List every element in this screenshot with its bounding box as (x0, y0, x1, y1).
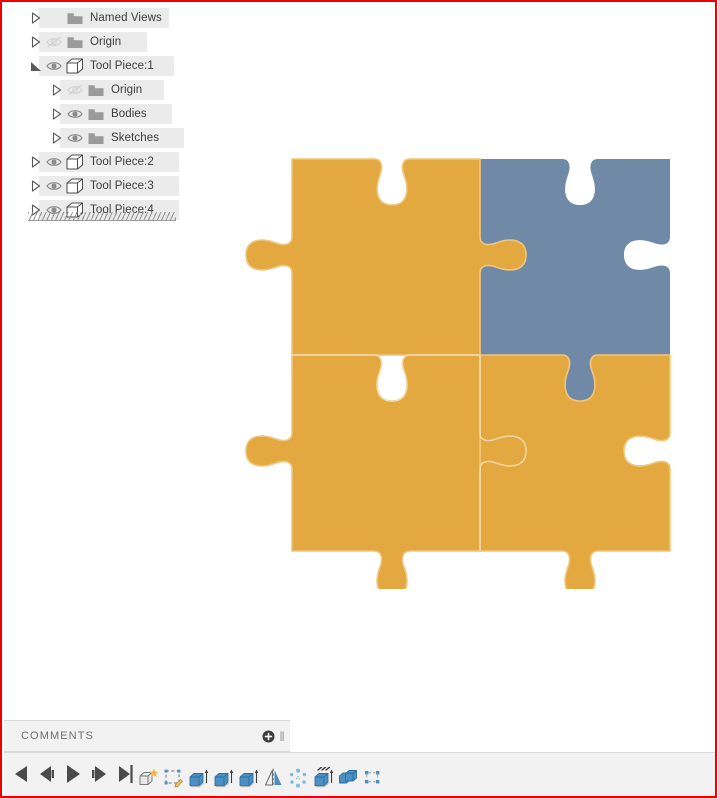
eye-hidden-icon[interactable] (65, 80, 85, 100)
tree-item-label: Bodies (111, 108, 147, 120)
folder-icon (85, 128, 107, 148)
component-cube-icon (64, 56, 86, 76)
design-canvas[interactable]: Named Views Origin Tool Piece:1 Origin Bodie… (4, 4, 715, 718)
add-comment-icon[interactable] (259, 727, 277, 745)
tree-item-label: Tool Piece:3 (90, 180, 154, 192)
tree-row[interactable]: Tool Piece:4 (4, 198, 204, 222)
collapsed-triangle-icon[interactable] (28, 32, 44, 52)
folder-icon (85, 80, 107, 100)
tree-row[interactable]: Origin (4, 30, 204, 54)
tree-row[interactable]: Sketches (4, 126, 204, 150)
timeline-feature-new-component[interactable] (136, 761, 161, 795)
panel-resize-grip-icon[interactable]: ‖ (277, 728, 287, 744)
expanded-triangle-icon[interactable] (28, 56, 44, 76)
eye-visible-icon[interactable] (44, 176, 64, 196)
component-cube-icon (64, 176, 86, 196)
timeline-feature-extrude-3[interactable] (236, 761, 261, 795)
puzzle-piece-bottom-left (245, 354, 481, 589)
component-cube-icon (64, 200, 86, 220)
tree-row[interactable]: Tool Piece:2 (4, 150, 204, 174)
tree-row[interactable]: Origin (4, 78, 204, 102)
folder-icon (64, 8, 86, 28)
tree-row[interactable]: Tool Piece:3 (4, 174, 204, 198)
eye-hidden-icon[interactable] (44, 32, 64, 52)
folder-icon (64, 32, 86, 52)
tree-item-label: Tool Piece:1 (90, 60, 154, 72)
tree-item-label: Named Views (90, 12, 162, 24)
tree-row[interactable]: Named Views (4, 6, 204, 30)
fusion-window: Named Views Origin Tool Piece:1 Origin Bodie… (0, 0, 717, 798)
tree-row[interactable]: Tool Piece:1 (4, 54, 204, 78)
comments-title: COMMENTS (21, 730, 94, 742)
eye-visible-icon[interactable] (65, 104, 85, 124)
collapsed-triangle-icon[interactable] (28, 176, 44, 196)
timeline-feature-combine[interactable] (336, 761, 361, 795)
browser-panel[interactable]: Named Views Origin Tool Piece:1 Origin Bodie… (4, 4, 204, 222)
comments-bar-filler (290, 720, 715, 752)
eye-visible-icon[interactable] (44, 200, 64, 220)
timeline-feature-sketch[interactable] (161, 761, 186, 795)
visibility-placeholder (44, 8, 64, 28)
timeline-feature-list[interactable] (136, 757, 386, 795)
tree-item-label: Tool Piece:2 (90, 156, 154, 168)
timeline-toolbar[interactable] (4, 752, 715, 796)
timeline-playback-controls[interactable] (10, 759, 136, 789)
tree-item-label: Sketches (111, 132, 160, 144)
timeline-play[interactable] (62, 759, 84, 789)
collapsed-triangle-icon[interactable] (28, 8, 44, 28)
eye-visible-icon[interactable] (65, 128, 85, 148)
jigsaw-puzzle-model[interactable] (240, 149, 680, 589)
timeline-feature-extrude-2[interactable] (211, 761, 236, 795)
folder-icon (85, 104, 107, 124)
timeline-feature-extrude-1[interactable] (186, 761, 211, 795)
collapsed-triangle-icon[interactable] (49, 104, 65, 124)
timeline-jump-to-end[interactable] (114, 759, 136, 789)
eye-visible-icon[interactable] (44, 152, 64, 172)
component-cube-icon (64, 152, 86, 172)
tree-item-label: Origin (90, 36, 122, 48)
timeline-step-forward[interactable] (88, 759, 110, 789)
timeline-jump-to-beginning[interactable] (10, 759, 32, 789)
timeline-step-back[interactable] (36, 759, 58, 789)
collapsed-triangle-icon[interactable] (49, 128, 65, 148)
collapsed-triangle-icon[interactable] (49, 80, 65, 100)
tree-item-label: Tool Piece:4 (90, 204, 154, 216)
timeline-feature-copy-paste[interactable] (361, 761, 386, 795)
timeline-feature-pattern[interactable] (286, 761, 311, 795)
tree-item-label: Origin (111, 84, 143, 96)
comments-panel-header[interactable]: COMMENTS ‖ (4, 720, 290, 752)
collapsed-triangle-icon[interactable] (28, 152, 44, 172)
timeline-feature-mirror[interactable] (261, 761, 286, 795)
eye-visible-icon[interactable] (44, 56, 64, 76)
tree-row[interactable]: Bodies (4, 102, 204, 126)
collapsed-triangle-icon[interactable] (28, 200, 44, 220)
timeline-feature-extrude-4[interactable] (311, 761, 336, 795)
